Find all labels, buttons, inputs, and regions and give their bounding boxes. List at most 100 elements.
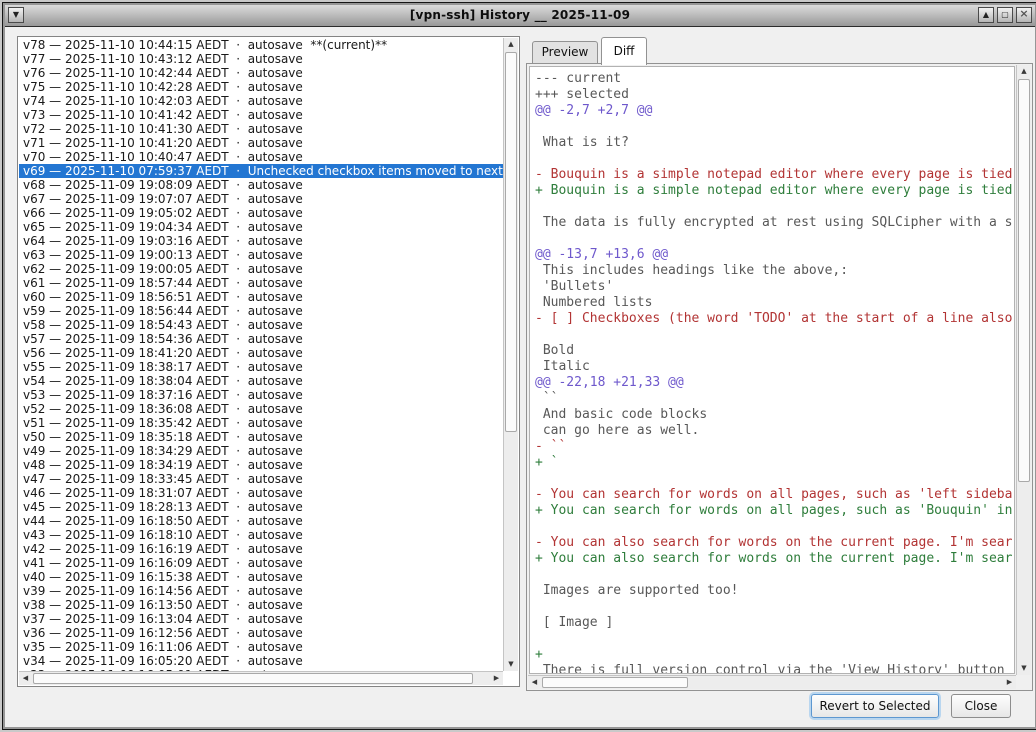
version-list-item[interactable]: v38 — 2025-11-09 16:13:50 AEDT · autosav… bbox=[19, 598, 503, 612]
diff-line: The data is fully encrypted at rest usin… bbox=[535, 215, 1014, 231]
diff-line bbox=[535, 231, 1014, 247]
tab-preview[interactable]: Preview bbox=[532, 41, 598, 64]
diff-line bbox=[535, 199, 1014, 215]
scroll-down-icon[interactable]: ▼ bbox=[504, 658, 518, 671]
version-list-item[interactable]: v54 — 2025-11-09 18:38:04 AEDT · autosav… bbox=[19, 374, 503, 388]
version-list-item[interactable]: v64 — 2025-11-09 19:03:16 AEDT · autosav… bbox=[19, 234, 503, 248]
window-close-button[interactable]: × bbox=[1016, 7, 1032, 23]
version-list-item[interactable]: v43 — 2025-11-09 16:18:10 AEDT · autosav… bbox=[19, 528, 503, 542]
diff-line: `` bbox=[535, 391, 1014, 407]
diff-line: - `` bbox=[535, 439, 1014, 455]
diff-vertical-scrollbar[interactable]: ▲ ▼ bbox=[1016, 65, 1031, 675]
version-list-item[interactable]: v51 — 2025-11-09 18:35:42 AEDT · autosav… bbox=[19, 416, 503, 430]
list-horizontal-scrollbar[interactable]: ◀ ▶ bbox=[19, 671, 503, 685]
version-list-item[interactable]: v74 — 2025-11-10 10:42:03 AEDT · autosav… bbox=[19, 94, 503, 108]
version-list-item[interactable]: v66 — 2025-11-09 19:05:02 AEDT · autosav… bbox=[19, 206, 503, 220]
tab-diff[interactable]: Diff bbox=[601, 37, 647, 65]
window-title: [vpn-ssh] History __ 2025-11-09 bbox=[5, 8, 1035, 22]
version-list-item[interactable]: v49 — 2025-11-09 18:34:29 AEDT · autosav… bbox=[19, 444, 503, 458]
version-listbox: v78 — 2025-11-10 10:44:15 AEDT · autosav… bbox=[17, 36, 520, 687]
version-list-item[interactable]: v68 — 2025-11-09 19:08:09 AEDT · autosav… bbox=[19, 178, 503, 192]
diff-vscroll-thumb[interactable] bbox=[1018, 79, 1030, 482]
version-list-item[interactable]: v50 — 2025-11-09 18:35:18 AEDT · autosav… bbox=[19, 430, 503, 444]
diff-line: This includes headings like the above,: bbox=[535, 263, 1014, 279]
version-list-item[interactable]: v67 — 2025-11-09 19:07:07 AEDT · autosav… bbox=[19, 192, 503, 206]
diff-line bbox=[535, 567, 1014, 583]
scroll-right-icon[interactable]: ▶ bbox=[1003, 676, 1016, 689]
diff-line: @@ -13,7 +13,6 @@ bbox=[535, 247, 1014, 263]
diff-pane: --- current+++ selected@@ -2,7 +2,7 @@ W… bbox=[526, 63, 1033, 691]
version-list-item[interactable]: v62 — 2025-11-09 19:00:05 AEDT · autosav… bbox=[19, 262, 503, 276]
history-window: ▼ [vpn-ssh] History __ 2025-11-09 ▲ ▢ × … bbox=[3, 3, 1036, 729]
version-list-item[interactable]: v44 — 2025-11-09 16:18:50 AEDT · autosav… bbox=[19, 514, 503, 528]
diff-line: 'Bullets' bbox=[535, 279, 1014, 295]
diff-line: Images are supported too! bbox=[535, 583, 1014, 599]
diff-line: What is it? bbox=[535, 135, 1014, 151]
diff-line: @@ -22,18 +21,33 @@ bbox=[535, 375, 1014, 391]
version-list-item[interactable]: v46 — 2025-11-09 18:31:07 AEDT · autosav… bbox=[19, 486, 503, 500]
version-list-item[interactable]: v34 — 2025-11-09 16:05:20 AEDT · autosav… bbox=[19, 654, 503, 668]
tab-preview-label: Preview bbox=[542, 45, 589, 59]
version-list-item[interactable]: v73 — 2025-11-10 10:41:42 AEDT · autosav… bbox=[19, 108, 503, 122]
titlebar[interactable]: ▼ [vpn-ssh] History __ 2025-11-09 ▲ ▢ × bbox=[5, 5, 1035, 27]
version-list-item[interactable]: v41 — 2025-11-09 16:16:09 AEDT · autosav… bbox=[19, 556, 503, 570]
version-list-item[interactable]: v63 — 2025-11-09 19:00:13 AEDT · autosav… bbox=[19, 248, 503, 262]
revert-to-selected-button[interactable]: Revert to Selected bbox=[811, 694, 939, 718]
version-list-item[interactable]: v70 — 2025-11-10 10:40:47 AEDT · autosav… bbox=[19, 150, 503, 164]
diff-line: + bbox=[535, 647, 1014, 663]
scroll-up-icon[interactable]: ▲ bbox=[1017, 65, 1031, 78]
version-list-item[interactable]: v58 — 2025-11-09 18:54:43 AEDT · autosav… bbox=[19, 318, 503, 332]
version-list-item[interactable]: v55 — 2025-11-09 18:38:17 AEDT · autosav… bbox=[19, 360, 503, 374]
version-list-item[interactable]: v77 — 2025-11-10 10:43:12 AEDT · autosav… bbox=[19, 52, 503, 66]
version-list-item[interactable]: v56 — 2025-11-09 18:41:20 AEDT · autosav… bbox=[19, 346, 503, 360]
diff-line: And basic code blocks bbox=[535, 407, 1014, 423]
diff-line bbox=[535, 599, 1014, 615]
list-hscroll-thumb[interactable] bbox=[33, 673, 473, 684]
list-vertical-scrollbar[interactable]: ▲ ▼ bbox=[503, 38, 518, 671]
diff-line: can go here as well. bbox=[535, 423, 1014, 439]
diff-line bbox=[535, 327, 1014, 343]
diff-line bbox=[535, 519, 1014, 535]
version-list-item[interactable]: v61 — 2025-11-09 18:57:44 AEDT · autosav… bbox=[19, 276, 503, 290]
version-list[interactable]: v78 — 2025-11-10 10:44:15 AEDT · autosav… bbox=[19, 38, 503, 671]
version-list-item[interactable]: v37 — 2025-11-09 16:13:04 AEDT · autosav… bbox=[19, 612, 503, 626]
version-list-item[interactable]: v59 — 2025-11-09 18:56:44 AEDT · autosav… bbox=[19, 304, 503, 318]
version-list-item[interactable]: v60 — 2025-11-09 18:56:51 AEDT · autosav… bbox=[19, 290, 503, 304]
version-list-item[interactable]: v52 — 2025-11-09 18:36:08 AEDT · autosav… bbox=[19, 402, 503, 416]
version-list-item[interactable]: v36 — 2025-11-09 16:12:56 AEDT · autosav… bbox=[19, 626, 503, 640]
version-list-item[interactable]: v78 — 2025-11-10 10:44:15 AEDT · autosav… bbox=[19, 38, 503, 52]
version-list-item[interactable]: v71 — 2025-11-10 10:41:20 AEDT · autosav… bbox=[19, 136, 503, 150]
version-list-item[interactable]: v53 — 2025-11-09 18:37:16 AEDT · autosav… bbox=[19, 388, 503, 402]
version-list-item[interactable]: v57 — 2025-11-09 18:54:36 AEDT · autosav… bbox=[19, 332, 503, 346]
version-list-item[interactable]: v76 — 2025-11-10 10:42:44 AEDT · autosav… bbox=[19, 66, 503, 80]
diff-line: - Bouquin is a simple notepad editor whe… bbox=[535, 167, 1014, 183]
shade-button[interactable]: ▲ bbox=[978, 7, 994, 23]
diff-line bbox=[535, 631, 1014, 647]
version-list-item[interactable]: v65 — 2025-11-09 19:04:34 AEDT · autosav… bbox=[19, 220, 503, 234]
version-list-item[interactable]: v48 — 2025-11-09 18:34:19 AEDT · autosav… bbox=[19, 458, 503, 472]
version-list-item[interactable]: v75 — 2025-11-10 10:42:28 AEDT · autosav… bbox=[19, 80, 503, 94]
scroll-right-icon[interactable]: ▶ bbox=[490, 672, 503, 685]
maximize-button[interactable]: ▢ bbox=[997, 7, 1013, 23]
scroll-left-icon[interactable]: ◀ bbox=[528, 676, 541, 689]
version-list-item[interactable]: v35 — 2025-11-09 16:11:06 AEDT · autosav… bbox=[19, 640, 503, 654]
version-list-item[interactable]: v47 — 2025-11-09 18:33:45 AEDT · autosav… bbox=[19, 472, 503, 486]
version-list-item[interactable]: v40 — 2025-11-09 16:15:38 AEDT · autosav… bbox=[19, 570, 503, 584]
version-list-item[interactable]: v42 — 2025-11-09 16:16:19 AEDT · autosav… bbox=[19, 542, 503, 556]
version-list-item[interactable]: v69 — 2025-11-10 07:59:37 AEDT · Uncheck… bbox=[19, 164, 503, 178]
diff-hscroll-thumb[interactable] bbox=[542, 677, 688, 688]
diff-line: - You can search for words on all pages,… bbox=[535, 487, 1014, 503]
version-list-item[interactable]: v45 — 2025-11-09 18:28:13 AEDT · autosav… bbox=[19, 500, 503, 514]
scroll-up-icon[interactable]: ▲ bbox=[504, 38, 518, 51]
version-list-item[interactable]: v72 — 2025-11-10 10:41:30 AEDT · autosav… bbox=[19, 122, 503, 136]
version-list-item[interactable]: v39 — 2025-11-09 16:14:56 AEDT · autosav… bbox=[19, 584, 503, 598]
shade-icon: ▲ bbox=[983, 10, 989, 19]
diff-line: + You can also search for words on the c… bbox=[535, 551, 1014, 567]
list-vscroll-thumb[interactable] bbox=[505, 52, 517, 432]
diff-horizontal-scrollbar[interactable]: ◀ ▶ bbox=[528, 675, 1016, 689]
diff-text[interactable]: --- current+++ selected@@ -2,7 +2,7 @@ W… bbox=[529, 66, 1015, 674]
close-button[interactable]: Close bbox=[951, 694, 1011, 718]
scroll-down-icon[interactable]: ▼ bbox=[1017, 662, 1031, 675]
diff-line: + ` bbox=[535, 455, 1014, 471]
scroll-left-icon[interactable]: ◀ bbox=[19, 672, 32, 685]
